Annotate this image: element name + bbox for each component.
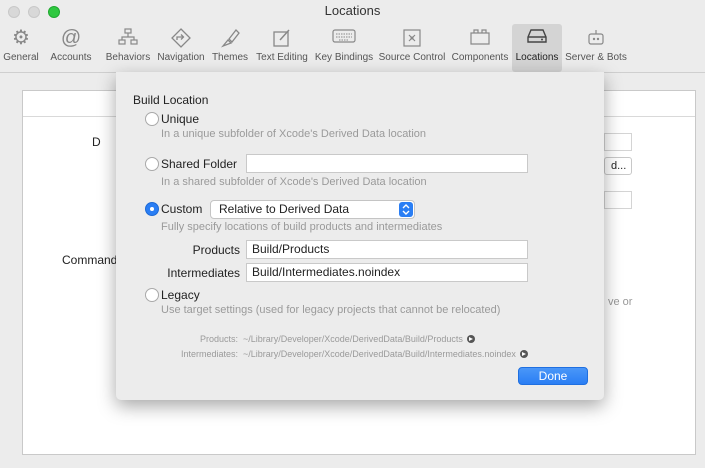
legacy-description: Use target settings (used for legacy pro… [161,304,501,316]
unique-description: In a unique subfolder of Xcode's Derived… [161,128,427,140]
custom-location-popup[interactable]: Relative to Derived Data [210,200,415,219]
edit-icon [252,24,312,52]
background-button-partial[interactable]: d... [604,157,632,175]
components-icon [448,24,512,52]
tab-accounts[interactable]: @ Accounts [40,24,102,72]
shared-folder-label: Shared Folder [161,157,238,171]
resolved-intermediates-path: ~/Library/Developer/Xcode/DerivedData/Bu… [243,349,528,359]
custom-label: Custom [161,202,203,216]
done-button[interactable]: Done [518,367,588,385]
drive-icon [512,24,562,52]
title-bar: Locations [0,0,705,24]
tab-source-control[interactable]: Source Control [376,24,448,72]
zoom-window-button[interactable] [48,6,60,18]
shared-folder-description: In a shared subfolder of Xcode's Derived… [161,176,427,188]
resolved-intermediates-label: Intermediates: [180,349,238,359]
products-field[interactable]: Build/Products [246,240,528,259]
resolved-products-path-text: ~/Library/Developer/Xcode/DerivedData/Bu… [243,334,463,344]
unique-label: Unique [161,112,200,126]
resolved-products-label: Products: [199,334,238,344]
tab-label: Key Bindings [314,52,374,63]
tab-label: Accounts [50,52,92,63]
tab-server-bots[interactable]: Server & Bots [562,24,630,72]
reveal-arrow-icon[interactable] [466,335,475,343]
tab-label: Components [451,52,509,63]
tab-navigation[interactable]: Navigation [154,24,208,72]
preferences-toolbar: ⚙ General @ Accounts Behaviors Navigatio… [0,24,705,73]
shared-folder-radio[interactable] [145,157,159,171]
tab-label: Themes [211,52,249,63]
intermediates-field[interactable]: Build/Intermediates.noindex [246,263,528,282]
tab-themes[interactable]: Themes [208,24,252,72]
chevron-up-down-icon [399,202,413,217]
close-window-button[interactable] [8,6,20,18]
unique-radio[interactable] [145,112,159,126]
tab-label: Navigation [157,52,205,63]
tab-label: Behaviors [105,52,151,63]
tab-label: Server & Bots [565,52,627,63]
background-field[interactable] [604,133,632,151]
bot-icon [562,24,630,52]
products-label: Products [192,243,240,257]
tab-general[interactable]: ⚙ General [2,24,40,72]
resolved-intermediates-path-text: ~/Library/Developer/Xcode/DerivedData/Bu… [243,349,516,359]
legacy-radio[interactable] [145,288,159,302]
gear-icon: ⚙ [12,27,30,49]
tab-label: General [3,52,39,63]
tab-label: Text Editing [256,52,308,63]
popup-value: Relative to Derived Data [219,202,350,216]
background-label-partial: D [92,135,101,149]
tab-text-editing[interactable]: Text Editing [252,24,312,72]
background-field[interactable] [604,191,632,209]
sheet-title: Build Location [133,93,209,107]
tab-locations[interactable]: Locations [512,24,562,72]
custom-radio[interactable] [145,202,159,216]
build-location-sheet: Build Location Unique In a unique subfol… [116,72,604,400]
minimize-window-button[interactable] [28,6,40,18]
tab-behaviors[interactable]: Behaviors [102,24,154,72]
flowchart-icon [102,24,154,52]
background-text-partial: ve or [608,296,633,308]
legacy-label: Legacy [161,288,200,302]
keyboard-icon [312,24,376,52]
background-command-line-label: Command [62,253,118,267]
window-title: Locations [324,3,381,18]
reveal-arrow-icon[interactable] [519,350,528,358]
tab-components[interactable]: Components [448,24,512,72]
tab-label: Source Control [378,52,446,63]
custom-description: Fully specify locations of build product… [161,221,443,233]
resolved-products-path: ~/Library/Developer/Xcode/DerivedData/Bu… [243,334,475,344]
shared-folder-field[interactable] [246,154,528,173]
paintbrush-icon [208,24,252,52]
at-sign-icon: @ [60,27,82,49]
navigation-arrow-icon [154,24,208,52]
source-control-icon [376,24,448,52]
tab-key-bindings[interactable]: Key Bindings [312,24,376,72]
intermediates-label: Intermediates [167,266,240,280]
tab-label: Locations [515,52,559,63]
